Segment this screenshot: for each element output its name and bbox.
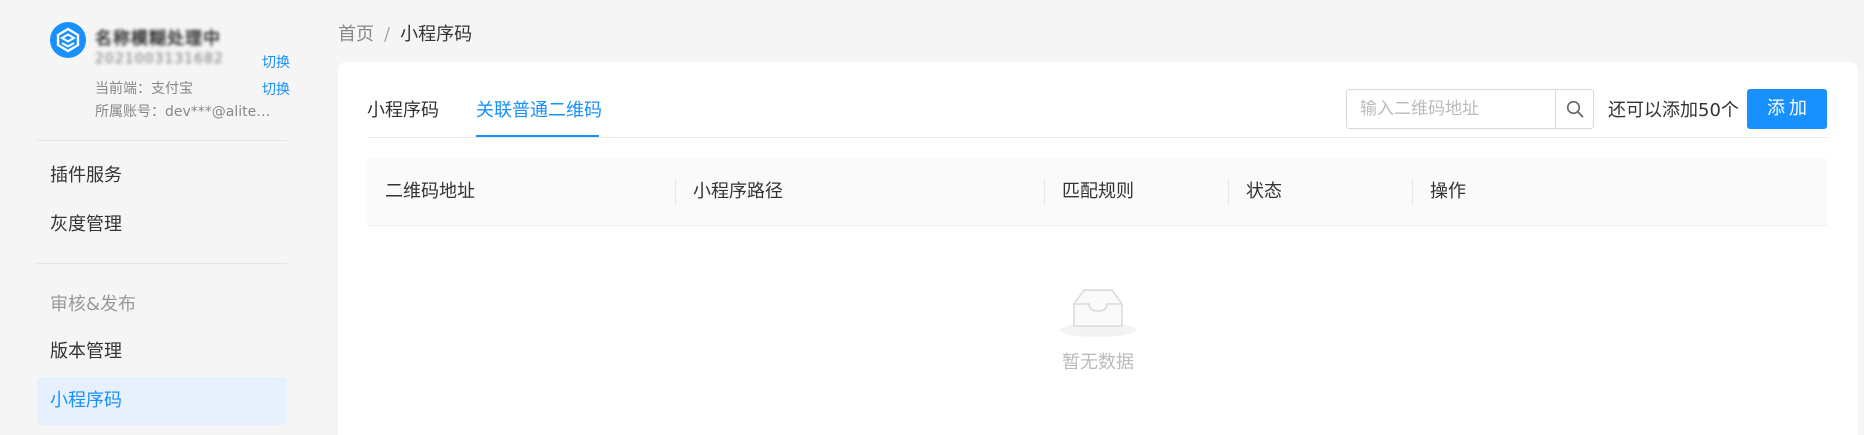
sidebar-item-grayscale[interactable]: 灰度管理 (37, 201, 287, 249)
breadcrumb: 首页 / 小程序码 (338, 20, 472, 46)
app-logo-icon (50, 22, 86, 58)
column-header-path: 小程序路径 (693, 181, 783, 202)
switch-app-link[interactable]: 切换 (262, 52, 290, 72)
add-button[interactable]: 添加 (1747, 89, 1827, 129)
empty-text: 暂无数据 (1062, 352, 1134, 373)
column-header-actions: 操作 (1430, 181, 1466, 202)
switch-platform-link[interactable]: 切换 (262, 79, 290, 99)
breadcrumb-home[interactable]: 首页 (338, 24, 374, 45)
tab-mini-program-code[interactable]: 小程序码 (367, 96, 439, 122)
sidebar-divider (37, 263, 287, 264)
remaining-quota-text: 还可以添加50个 (1608, 100, 1739, 121)
table-header: 二维码地址 小程序路径 匹配规则 状态 操作 (367, 158, 1827, 226)
qr-address-search-input[interactable] (1347, 90, 1555, 128)
column-header-status: 状态 (1246, 181, 1282, 202)
app-name: 名称模糊处理中 (95, 29, 221, 46)
page: 名称模糊处理中 2021003131682 切换 当前端：支付宝 切换 所属账号… (0, 0, 1864, 435)
column-separator (1044, 178, 1045, 206)
search-icon (1566, 100, 1584, 118)
search-button[interactable] (1555, 90, 1594, 128)
column-separator (1412, 178, 1413, 206)
search-box (1346, 89, 1594, 129)
tabs-divider (367, 137, 1827, 138)
account-info: 所属账号：dev***@alitest.com (95, 104, 275, 120)
sidebar-item-version[interactable]: 版本管理 (37, 328, 287, 376)
app-id: 2021003131682 (95, 51, 224, 67)
sidebar-divider (37, 140, 287, 141)
sidebar-item-plugin-service[interactable]: 插件服务 (37, 152, 287, 200)
breadcrumb-current: 小程序码 (400, 24, 473, 45)
main-card: 小程序码 关联普通二维码 还可以添加50个 添加 二维码地址 小程序路径 匹配规… (338, 62, 1858, 435)
breadcrumb-separator: / (384, 24, 391, 45)
column-header-match-rule: 匹配规则 (1062, 181, 1134, 202)
empty-inbox-icon (1060, 289, 1136, 337)
sidebar-item-mini-program-code[interactable]: 小程序码 (37, 377, 287, 425)
column-header-qr-address: 二维码地址 (385, 181, 475, 202)
sidebar-group-review-release: 审核&发布 (50, 294, 137, 315)
column-separator (675, 178, 676, 206)
current-platform: 当前端：支付宝 (95, 81, 193, 97)
sidebar: 名称模糊处理中 2021003131682 切换 当前端：支付宝 切换 所属账号… (0, 0, 310, 435)
column-separator (1228, 178, 1229, 206)
tab-linked-qr-code[interactable]: 关联普通二维码 (476, 96, 602, 122)
